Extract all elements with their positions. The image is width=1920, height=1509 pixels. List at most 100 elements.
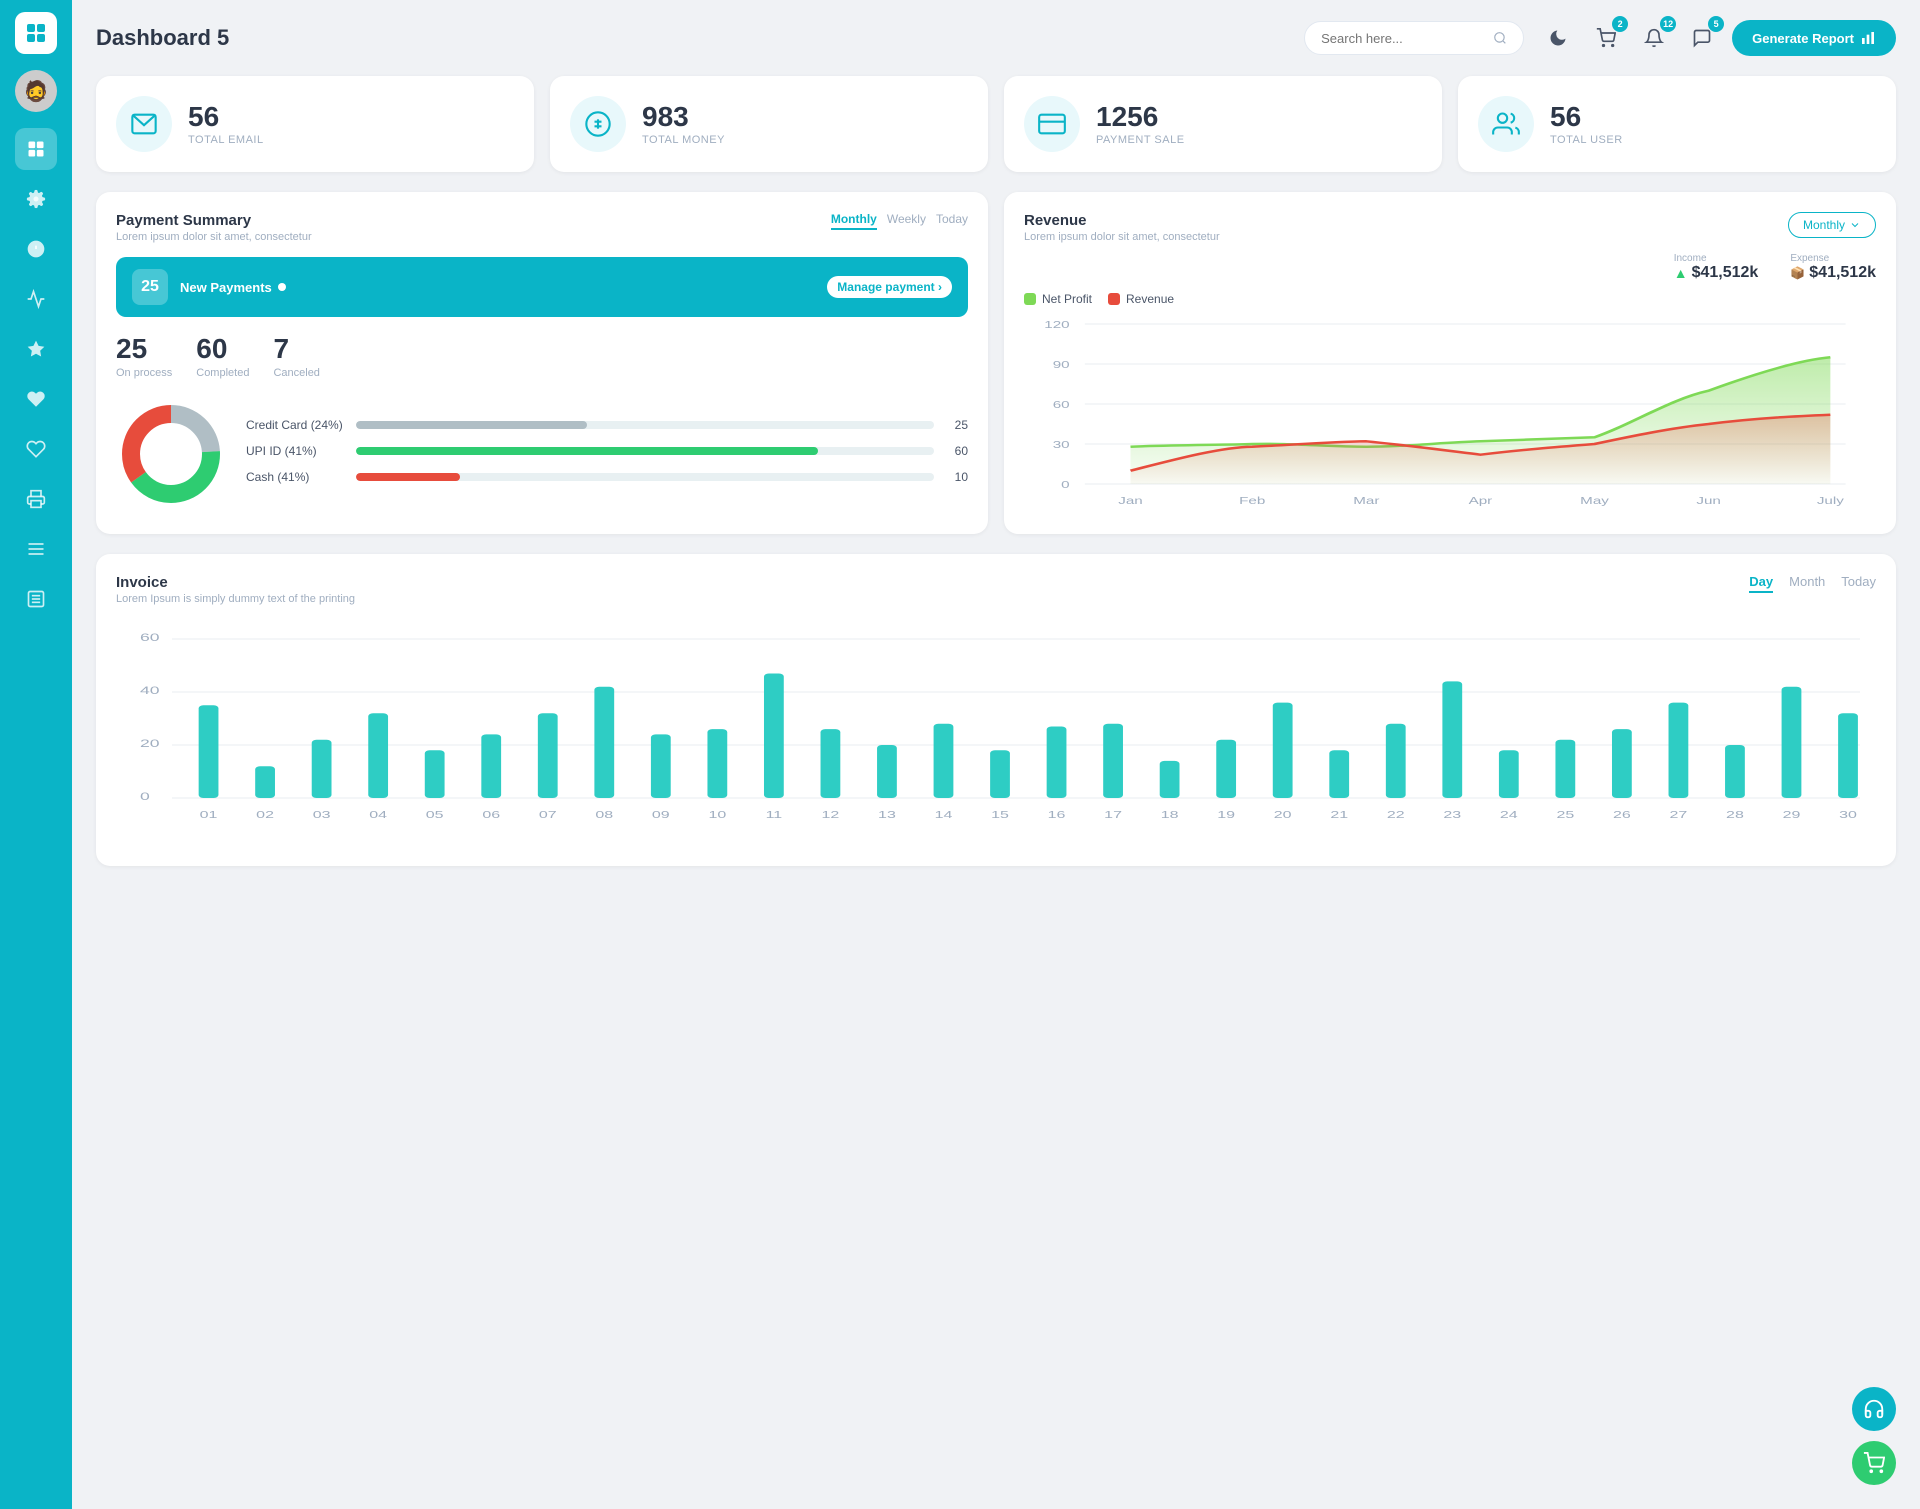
headphone-icon <box>1863 1398 1885 1420</box>
invoice-x-label: 06 <box>482 809 500 820</box>
invoice-x-label: 02 <box>256 809 274 820</box>
sidebar-item-dashboard[interactable] <box>15 128 57 170</box>
stat-num-money: 983 <box>642 102 725 133</box>
stat-label-money: TOTAL MONEY <box>642 134 725 146</box>
svg-text:0: 0 <box>1061 479 1069 491</box>
invoice-tab-month[interactable]: Month <box>1789 574 1825 593</box>
invoice-x-label: 05 <box>426 809 444 820</box>
invoice-card: Invoice Lorem Ipsum is simply dummy text… <box>96 554 1896 866</box>
new-payments-label: New Payments <box>180 280 815 295</box>
payment-summary-title: Payment Summary <box>116 212 312 229</box>
revenue-card: Revenue Lorem ipsum dolor sit amet, cons… <box>1004 192 1896 534</box>
invoice-bar <box>1725 745 1745 798</box>
generate-report-button[interactable]: Generate Report <box>1732 20 1896 56</box>
invoice-bar <box>707 729 727 798</box>
revenue-sub: Lorem ipsum dolor sit amet, consectetur <box>1024 231 1220 243</box>
invoice-x-label: 28 <box>1726 809 1744 820</box>
invoice-bar <box>1612 729 1632 798</box>
main-content: Dashboard 5 2 12 5 Generate Report <box>72 0 1920 1509</box>
invoice-bar <box>1386 724 1406 798</box>
donut-chart <box>116 399 226 514</box>
invoice-x-label: 15 <box>991 809 1009 820</box>
income-block: Income ▲ $41,512k <box>1674 253 1759 282</box>
invoice-bar <box>1782 687 1802 798</box>
revenue-title: Revenue <box>1024 212 1220 229</box>
payment-summary-sub: Lorem ipsum dolor sit amet, consectetur <box>116 231 312 243</box>
new-payments-count: 25 <box>132 269 168 305</box>
invoice-bar <box>1216 740 1236 798</box>
stat-label-user: TOTAL USER <box>1550 134 1623 146</box>
revenue-legend: Net ProfitRevenue <box>1024 292 1876 306</box>
search-input[interactable] <box>1321 31 1485 46</box>
invoice-x-label: 01 <box>200 809 218 820</box>
chevron-down-icon <box>1849 219 1861 231</box>
invoice-sub: Lorem Ipsum is simply dummy text of the … <box>116 593 355 605</box>
cart-icon-btn[interactable]: 2 <box>1588 20 1624 56</box>
tab-today[interactable]: Today <box>936 212 968 230</box>
chart-icon <box>1860 30 1876 46</box>
sidebar-item-list[interactable] <box>15 578 57 620</box>
cart-fab[interactable] <box>1852 1441 1896 1485</box>
manage-payment-link[interactable]: Manage payment › <box>827 276 952 298</box>
support-fab[interactable] <box>1852 1387 1896 1431</box>
avatar[interactable]: 🧔 <box>15 70 57 112</box>
invoice-x-label: 22 <box>1387 809 1405 820</box>
invoice-bar <box>764 673 784 798</box>
svg-text:Feb: Feb <box>1239 495 1265 507</box>
chat-badge: 5 <box>1708 16 1724 32</box>
invoice-bar <box>1555 740 1575 798</box>
sidebar-logo[interactable] <box>15 12 57 54</box>
income-expense: Income ▲ $41,512k Expense 📦 $41,512k <box>1024 253 1876 282</box>
tab-monthly[interactable]: Monthly <box>831 212 877 230</box>
revenue-chart: 120 90 60 30 0 Jan Feb Mar Apr May Jun J… <box>1024 314 1876 514</box>
tab-weekly[interactable]: Weekly <box>887 212 926 230</box>
sidebar-item-heart1[interactable] <box>15 378 57 420</box>
invoice-x-label: 19 <box>1217 809 1235 820</box>
fab-container <box>1852 1387 1896 1485</box>
expense-icon: 📦 <box>1790 266 1805 280</box>
invoice-x-label: 16 <box>1048 809 1066 820</box>
invoice-bar <box>538 713 558 798</box>
svg-text:40: 40 <box>140 685 160 697</box>
sidebar-item-star[interactable] <box>15 328 57 370</box>
sidebar-item-print[interactable] <box>15 478 57 520</box>
invoice-x-label: 24 <box>1500 809 1518 820</box>
invoice-x-label: 25 <box>1556 809 1574 820</box>
invoice-bar <box>651 734 671 798</box>
search-bar[interactable] <box>1304 21 1524 55</box>
invoice-bar <box>1103 724 1123 798</box>
legend-dot <box>1108 293 1120 305</box>
invoice-x-label: 04 <box>369 809 387 820</box>
bell-icon-btn[interactable]: 12 <box>1636 20 1672 56</box>
payment-bar-row: UPI ID (41%) 60 <box>246 444 968 458</box>
np-dot <box>278 283 286 291</box>
invoice-bar <box>1160 761 1180 798</box>
revenue-monthly-btn[interactable]: Monthly <box>1788 212 1876 238</box>
invoice-x-label: 26 <box>1613 809 1631 820</box>
invoice-tab-day[interactable]: Day <box>1749 574 1773 593</box>
sidebar-item-info[interactable] <box>15 228 57 270</box>
invoice-bar <box>368 713 388 798</box>
payment-tabs: Monthly Weekly Today <box>831 212 968 230</box>
cart-badge: 2 <box>1612 16 1628 32</box>
sidebar-item-settings[interactable] <box>15 178 57 220</box>
page-title: Dashboard 5 <box>96 25 1288 51</box>
cart-icon <box>1596 28 1616 48</box>
invoice-bar <box>481 734 501 798</box>
stat-num-email: 56 <box>188 102 264 133</box>
chat-icon-btn[interactable]: 5 <box>1684 20 1720 56</box>
sidebar-item-menu[interactable] <box>15 528 57 570</box>
header: Dashboard 5 2 12 5 Generate Report <box>96 20 1896 56</box>
stat-label-email: TOTAL EMAIL <box>188 134 264 146</box>
stat-icon-payment <box>1024 96 1080 152</box>
invoice-header: Invoice Lorem Ipsum is simply dummy text… <box>116 574 1876 605</box>
invoice-bar <box>1669 703 1689 798</box>
invoice-x-label: 07 <box>539 809 557 820</box>
invoice-tab-today[interactable]: Today <box>1841 574 1876 593</box>
invoice-x-label: 10 <box>708 809 726 820</box>
sidebar-item-analytics[interactable] <box>15 278 57 320</box>
sidebar-item-heart2[interactable] <box>15 428 57 470</box>
svg-text:20: 20 <box>140 738 160 750</box>
theme-toggle[interactable] <box>1540 20 1576 56</box>
svg-text:60: 60 <box>140 632 160 644</box>
